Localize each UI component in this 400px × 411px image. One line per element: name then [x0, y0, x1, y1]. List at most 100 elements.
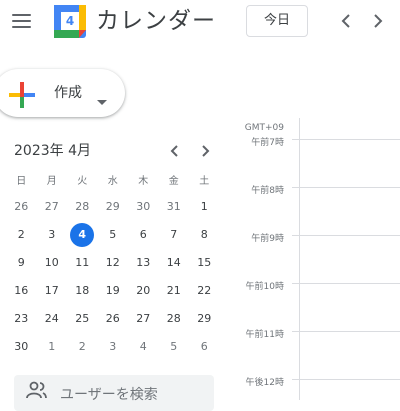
- mini-calendar-day[interactable]: 30: [128, 193, 159, 221]
- mini-calendar-day-today[interactable]: 4: [67, 221, 98, 249]
- weekday-label: 水: [107, 176, 118, 187]
- weekday-label: 火: [77, 176, 88, 187]
- mini-calendar-day[interactable]: 6: [128, 221, 159, 249]
- prev-period-button[interactable]: [332, 7, 360, 35]
- day-number: 30: [14, 340, 29, 353]
- hour-gridline: [292, 379, 400, 380]
- mini-calendar-day[interactable]: 2: [67, 333, 98, 361]
- mini-calendar-day[interactable]: 18: [67, 277, 98, 305]
- day-number: 17: [44, 284, 59, 297]
- mini-calendar-day[interactable]: 1: [189, 193, 220, 221]
- hour-gridline: [292, 139, 400, 140]
- app-title: カレンダー: [96, 8, 216, 34]
- mini-calendar-day[interactable]: 3: [37, 221, 68, 249]
- hour-label: 午後12時: [245, 378, 284, 388]
- time-grid-divider: [299, 118, 300, 400]
- day-number: 2: [17, 228, 25, 241]
- day-number: 20: [136, 284, 151, 297]
- mini-calendar-day[interactable]: 16: [6, 277, 37, 305]
- day-number: 15: [197, 256, 212, 269]
- day-number: 13: [136, 256, 151, 269]
- mini-calendar-day[interactable]: 29: [189, 305, 220, 333]
- mini-calendar-next-button[interactable]: [194, 140, 216, 162]
- mini-calendar-day[interactable]: 11: [67, 249, 98, 277]
- mini-calendar-day[interactable]: 12: [98, 249, 129, 277]
- day-number: 5: [109, 228, 117, 241]
- day-number: 3: [48, 228, 56, 241]
- mini-calendar-day[interactable]: 28: [67, 193, 98, 221]
- mini-calendar-day[interactable]: 14: [159, 249, 190, 277]
- mini-calendar-day[interactable]: 23: [6, 305, 37, 333]
- day-number: 30: [136, 200, 151, 213]
- day-number: 25: [75, 312, 90, 325]
- mini-calendar-week: 9 10 11 12 13 14 15: [6, 249, 218, 277]
- hour-label: 午前9時: [251, 234, 284, 244]
- mini-calendar-day[interactable]: 24: [37, 305, 68, 333]
- mini-calendar-day[interactable]: 5: [98, 221, 129, 249]
- mini-calendar-day[interactable]: 6: [189, 333, 220, 361]
- day-number: 10: [44, 256, 59, 269]
- mini-calendar-day[interactable]: 13: [128, 249, 159, 277]
- day-number: 14: [166, 256, 181, 269]
- calendar-logo-icon[interactable]: 4: [54, 5, 86, 38]
- today-button[interactable]: 今日: [246, 5, 308, 37]
- mini-calendar-day[interactable]: 10: [37, 249, 68, 277]
- mini-calendar-day[interactable]: 1: [37, 333, 68, 361]
- next-period-button[interactable]: [364, 7, 392, 35]
- mini-calendar-day[interactable]: 21: [159, 277, 190, 305]
- mini-calendar-day[interactable]: 26: [98, 305, 129, 333]
- mini-calendar-day[interactable]: 4: [128, 333, 159, 361]
- mini-calendar-day[interactable]: 15: [189, 249, 220, 277]
- mini-calendar-week: 26 27 28 29 30 31 1: [6, 193, 218, 221]
- day-number: 21: [166, 284, 181, 297]
- day-number: 26: [14, 200, 29, 213]
- day-number: 11: [75, 256, 90, 269]
- chevron-right-icon: [374, 14, 383, 28]
- mini-calendar-day[interactable]: 2: [6, 221, 37, 249]
- day-number: 19: [105, 284, 120, 297]
- mini-calendar-day[interactable]: 20: [128, 277, 159, 305]
- hour-gridline: [292, 187, 400, 188]
- mini-calendar-day[interactable]: 3: [98, 333, 129, 361]
- mini-calendar-day[interactable]: 7: [159, 221, 190, 249]
- hour-label: 午前7時: [251, 138, 284, 148]
- day-number: 31: [166, 200, 181, 213]
- day-number: 6: [139, 228, 147, 241]
- mini-calendar-day[interactable]: 19: [98, 277, 129, 305]
- day-number: 12: [105, 256, 120, 269]
- hour-label: 午前8時: [251, 186, 284, 196]
- mini-calendar-day[interactable]: 26: [6, 193, 37, 221]
- mini-calendar-day[interactable]: 9: [6, 249, 37, 277]
- day-number: 16: [14, 284, 29, 297]
- day-number: 2: [78, 340, 86, 353]
- mini-calendar-day[interactable]: 22: [189, 277, 220, 305]
- day-number: 1: [48, 340, 56, 353]
- mini-calendar-day[interactable]: 30: [6, 333, 37, 361]
- day-number: 29: [197, 312, 212, 325]
- main-menu-button[interactable]: [0, 0, 44, 44]
- mini-calendar-prev-button[interactable]: [164, 140, 186, 162]
- create-button-label: 作成: [54, 85, 82, 101]
- mini-calendar-week: 23 24 25 26 27 28 29: [6, 305, 218, 333]
- mini-calendar-day[interactable]: 28: [159, 305, 190, 333]
- hour-gridline: [292, 235, 400, 236]
- hamburger-menu-icon: [12, 14, 31, 16]
- day-number: 27: [136, 312, 151, 325]
- mini-calendar-day[interactable]: 31: [159, 193, 190, 221]
- mini-calendar-day[interactable]: 27: [128, 305, 159, 333]
- mini-calendar-day[interactable]: 27: [37, 193, 68, 221]
- mini-calendar-day[interactable]: 29: [98, 193, 129, 221]
- mini-calendar-day[interactable]: 5: [159, 333, 190, 361]
- mini-calendar-grid: 日 月 火 水 木 金 土 26 27 28 29 30 31 1 2 3 4 5 6 7 8 9 10 11 1…: [6, 171, 218, 361]
- day-number: 18: [75, 284, 90, 297]
- timezone-label: GMT+09: [244, 123, 284, 133]
- hour-gridline: [292, 283, 400, 284]
- mini-calendar-day[interactable]: 17: [37, 277, 68, 305]
- mini-calendar-day[interactable]: 25: [67, 305, 98, 333]
- mini-calendar-weeks: 26 27 28 29 30 31 1 2 3 4 5 6 7 8 9 10 11 12 13 14 15 16 17 18 1…: [6, 193, 218, 361]
- day-number: 24: [44, 312, 59, 325]
- weekday-label: 金: [168, 176, 179, 187]
- hour-gridline: [292, 331, 400, 332]
- mini-calendar-day[interactable]: 8: [189, 221, 220, 249]
- day-number: 27: [44, 200, 59, 213]
